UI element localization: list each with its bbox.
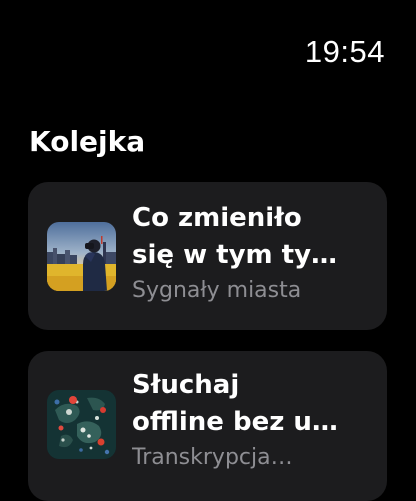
abstract-map-artwork bbox=[47, 390, 116, 459]
status-time: 19:54 bbox=[304, 34, 385, 69]
podcast-name: Transkrypcja… bbox=[132, 445, 293, 470]
podcast-name: Sygnały miasta bbox=[132, 278, 302, 303]
queue-item[interactable]: Co zmieniło się w tym ty… Sygnały miasta bbox=[28, 182, 387, 330]
episode-title-line: Co zmieniło bbox=[132, 203, 302, 233]
episode-info: Co zmieniło się w tym ty… Sygnały miasta bbox=[132, 200, 371, 306]
episode-title-line: się w tym ty… bbox=[132, 240, 338, 270]
episode-info: Słuchaj offline bez u… Transkrypcja… bbox=[132, 367, 371, 473]
page-title: Kolejka bbox=[29, 125, 146, 158]
queue-item[interactable]: Słuchaj offline bez u… Transkrypcja… bbox=[28, 351, 387, 501]
episode-title-line: offline bez u… bbox=[132, 407, 338, 437]
city-photographer-artwork bbox=[47, 222, 116, 291]
episode-artwork bbox=[47, 222, 116, 291]
episode-title-line: Słuchaj bbox=[132, 370, 240, 400]
episode-title: Co zmieniło się w tym ty… bbox=[132, 200, 371, 274]
episode-artwork bbox=[47, 390, 116, 459]
episode-title: Słuchaj offline bez u… bbox=[132, 367, 371, 441]
